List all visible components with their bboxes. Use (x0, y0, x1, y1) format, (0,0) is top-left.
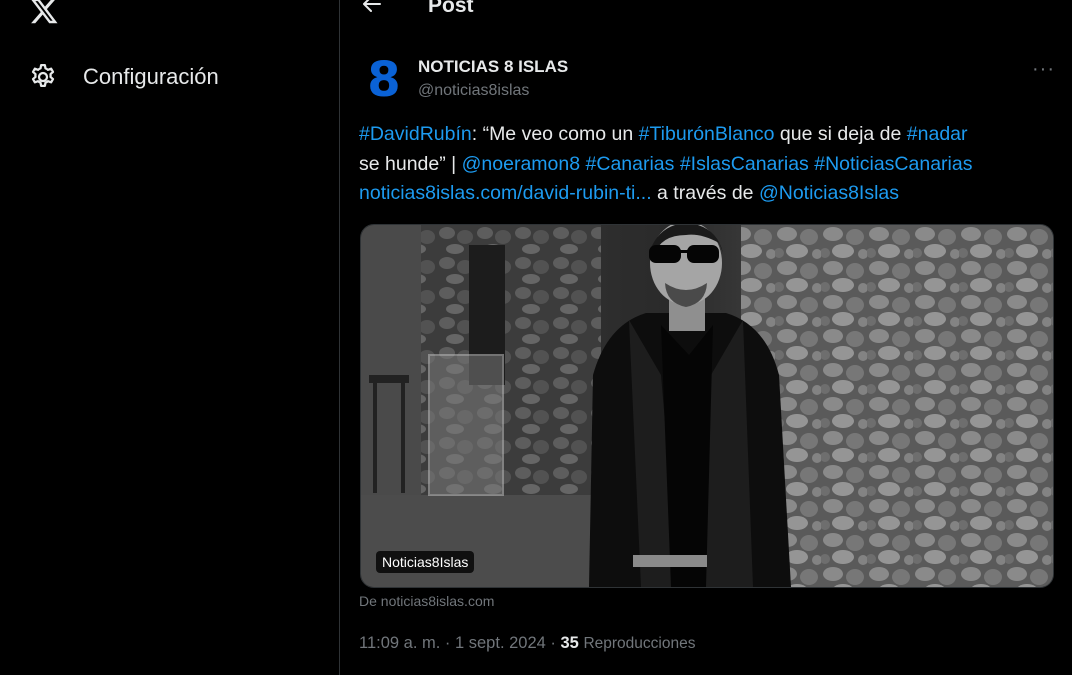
hashtag-link[interactable]: #Canarias (586, 153, 675, 175)
avatar-text: 8 (367, 52, 401, 108)
author-handle[interactable]: @noticias8islas (418, 82, 529, 100)
url-link[interactable]: noticias8islas.com/david-rubin-ti... (359, 182, 652, 204)
more-options-button[interactable]: ··· (1032, 58, 1055, 81)
media-card[interactable]: Noticias8Islas (360, 224, 1054, 588)
hashtag-link[interactable]: #nadar (907, 123, 968, 145)
post-date[interactable]: 1 sept. 2024 (455, 634, 546, 652)
media-image (361, 225, 1053, 587)
hashtag-link[interactable]: #IslasCanarias (680, 153, 809, 175)
post-text-segment: se hunde” | (359, 152, 462, 175)
meta-separator: · (440, 634, 455, 652)
hashtag-link[interactable]: #DavidRubín (359, 123, 472, 145)
author-name[interactable]: NOTICIAS 8 ISLAS (418, 57, 568, 77)
post-text-segment: que si deja de (774, 123, 907, 145)
x-logo-icon[interactable] (28, 0, 60, 26)
hashtag-link[interactable]: #TiburónBlanco (639, 123, 775, 145)
sidebar-item-label: Configuración (83, 64, 219, 89)
mention-link[interactable]: @Noticias8Islas (759, 182, 899, 204)
arrow-left-icon[interactable] (360, 0, 384, 16)
post-time[interactable]: 11:09 a. m. (359, 634, 440, 652)
main-column: Post 8 NOTICIAS 8 ISLAS @noticias8islas … (340, 0, 1072, 675)
meta-separator: · (545, 634, 561, 652)
post-text-segment: a través de (651, 182, 759, 204)
page-title: Post (428, 0, 474, 17)
sidebar: Configuración (0, 0, 339, 675)
views-label: Reproducciones (583, 635, 696, 652)
gear-icon (31, 64, 55, 87)
source-link[interactable]: De noticias8islas.com (359, 593, 494, 609)
post-header: Post (340, 0, 1072, 26)
mention-link[interactable]: @noeramon8 (462, 153, 580, 175)
post-text-segment: : “Me veo como un (471, 123, 639, 145)
hashtag-link[interactable]: #NoticiasCanarias (814, 153, 972, 175)
avatar[interactable]: 8 (360, 56, 408, 104)
post-meta: 11:09 a. m. · 1 sept. 2024 · 35 Reproduc… (359, 634, 695, 653)
sidebar-item-settings[interactable]: Configuración (28, 58, 219, 96)
post-text: #DavidRubín: “Me veo como un #TiburónBla… (359, 120, 1059, 209)
views-count: 35 (560, 634, 579, 652)
media-source-tag[interactable]: Noticias8Islas (376, 551, 475, 573)
